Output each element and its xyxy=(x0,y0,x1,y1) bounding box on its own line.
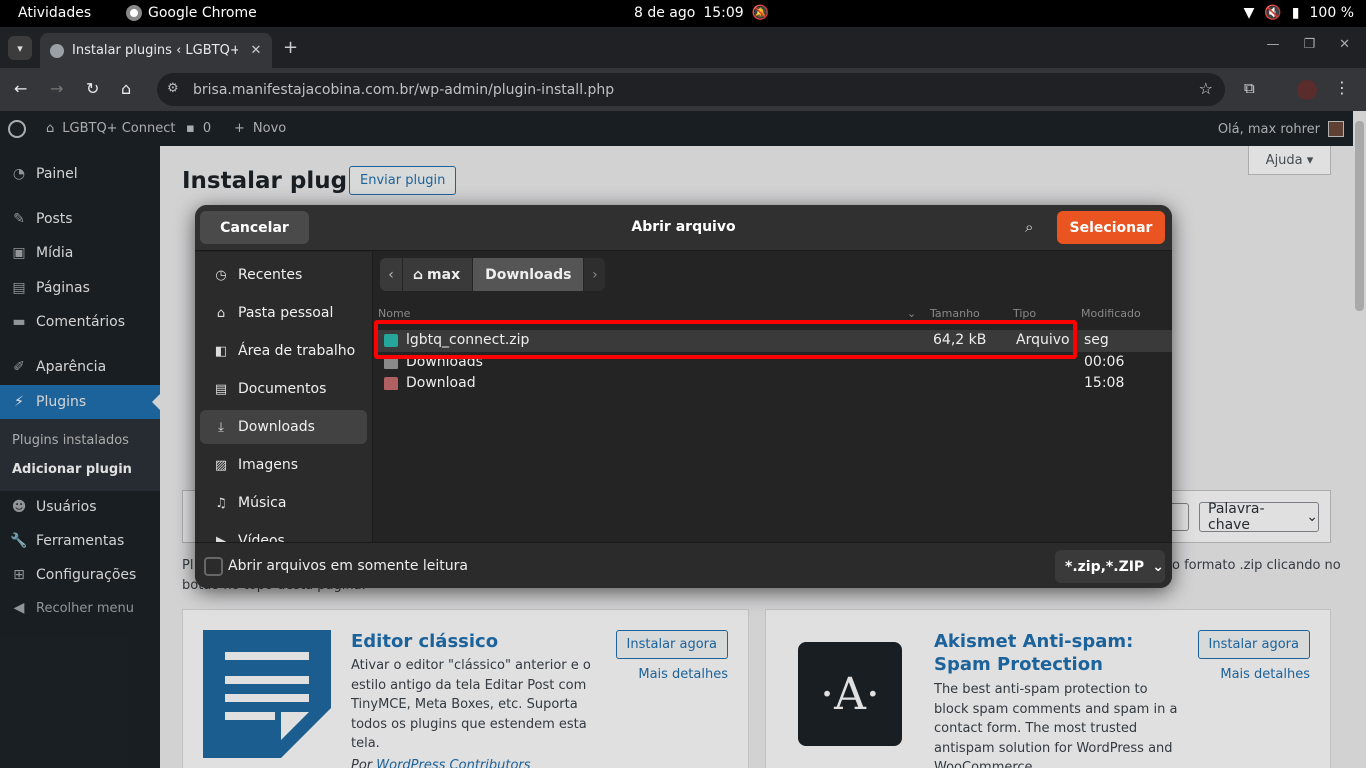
chrome-icon xyxy=(126,5,142,21)
place-area-de-trabalho[interactable]: ◧ Área de trabalho xyxy=(200,334,367,368)
file-modified: 00:06 xyxy=(1084,354,1125,370)
column-name[interactable]: Nome xyxy=(378,307,410,320)
place-pasta-pessoal[interactable]: ⌂ Pasta pessoal xyxy=(200,296,367,330)
place-downloads[interactable]: ⤓ Downloads xyxy=(200,410,367,444)
sort-chevron-icon: ⌄ xyxy=(907,307,917,320)
reload-icon[interactable]: ↻ xyxy=(86,79,99,98)
place-label: Imagens xyxy=(238,457,299,473)
close-tab-icon[interactable]: ✕ xyxy=(246,43,266,58)
time-label: 15:09 xyxy=(703,5,744,21)
path-bar: ‹ ⌂ max Downloads › xyxy=(380,258,606,291)
filter-value: *.zip,*.ZIP xyxy=(1065,558,1145,575)
document-icon: ▤ xyxy=(214,381,228,397)
select-button[interactable]: Selecionar xyxy=(1057,211,1165,244)
browser-toolbar: ← → ↻ ⌂ ⚙ brisa.manifestajacobina.com.br… xyxy=(0,68,1366,111)
battery-label: 100 % xyxy=(1309,5,1354,21)
activities-button[interactable]: Atividades xyxy=(18,5,91,21)
chevron-down-icon: ⌄ xyxy=(1152,558,1164,575)
place-label: Vídeos xyxy=(238,533,285,542)
place-documentos[interactable]: ▤ Documentos xyxy=(200,372,367,406)
url-text: brisa.manifestajacobina.com.br/wp-admin/… xyxy=(193,81,615,98)
battery-icon: ▮ xyxy=(1291,5,1300,21)
app-menu[interactable]: Google Chrome xyxy=(126,5,257,21)
image-icon: ▨ xyxy=(214,457,228,473)
dialog-footer: Abrir arquivos em somente leitura *.zip,… xyxy=(195,542,1172,588)
search-icon[interactable]: ⌕ xyxy=(1025,218,1033,236)
new-tab-button[interactable]: + xyxy=(283,37,298,58)
readonly-label[interactable]: Abrir arquivos em somente leitura xyxy=(228,558,468,574)
extensions-icon[interactable]: ⧉ xyxy=(1244,79,1255,97)
home-icon: ⌂ xyxy=(413,266,424,283)
maximize-icon[interactable]: ❐ xyxy=(1303,37,1315,52)
app-name: Google Chrome xyxy=(148,5,257,21)
path-back-icon[interactable]: ‹ xyxy=(380,258,402,291)
close-window-icon[interactable]: ✕ xyxy=(1339,37,1350,52)
places-sidebar: ◷ Recentes ⌂ Pasta pessoal ◧ Área de trabal… xyxy=(195,252,373,542)
favicon-icon xyxy=(50,43,64,58)
path-forward-icon[interactable]: › xyxy=(583,258,606,291)
column-type[interactable]: Tipo xyxy=(1013,307,1036,320)
bookmark-star-icon[interactable]: ☆ xyxy=(1199,79,1213,98)
download-icon: ⤓ xyxy=(218,419,224,435)
date-label: 8 de ago xyxy=(634,5,696,21)
path-segment-downloads[interactable]: Downloads xyxy=(472,258,584,291)
place-label: Downloads xyxy=(238,419,315,435)
chrome-menu-icon[interactable]: ⋮ xyxy=(1334,78,1350,97)
readonly-checkbox[interactable] xyxy=(204,557,223,576)
system-tray[interactable]: ▼ 🔇 ▮ 100 % xyxy=(1244,5,1354,21)
folder-icon xyxy=(384,377,398,390)
place-label: Pasta pessoal xyxy=(238,305,334,321)
forward-icon[interactable]: → xyxy=(50,79,63,98)
window-controls: — ❐ ✕ xyxy=(1266,37,1350,52)
desktop-icon: ◧ xyxy=(214,343,228,359)
file-row[interactable]: Download 15:08 xyxy=(374,373,1172,395)
place-label: Música xyxy=(238,495,287,511)
place-label: Área de trabalho xyxy=(238,343,356,359)
wifi-icon: ▼ xyxy=(1243,5,1255,21)
annotation-highlight-box xyxy=(374,320,1077,359)
file-modified: 15:08 xyxy=(1084,375,1125,391)
column-modified[interactable]: Modificado xyxy=(1081,307,1141,320)
minimize-icon[interactable]: — xyxy=(1266,37,1279,52)
profile-avatar[interactable] xyxy=(1297,80,1317,100)
path-label: max xyxy=(427,266,461,283)
system-top-bar: Atividades Google Chrome 8 de ago 15:09 … xyxy=(0,0,1366,27)
dialog-header: Cancelar Abrir arquivo ⌕ Selecionar xyxy=(195,205,1172,251)
notifications-off-icon: 🔕 xyxy=(751,5,770,21)
tab-title: Instalar plugins ‹ LGBTQ+ xyxy=(72,43,238,58)
place-imagens[interactable]: ▨ Imagens xyxy=(200,448,367,482)
music-icon: ♫ xyxy=(215,495,227,511)
file-name: Download xyxy=(406,375,476,391)
tab-search-button[interactable]: ▾ xyxy=(8,36,32,60)
clock-icon: ◷ xyxy=(215,267,227,283)
file-modified: seg xyxy=(1084,332,1109,348)
place-label: Recentes xyxy=(238,267,303,283)
place-recentes[interactable]: ◷ Recentes xyxy=(200,258,367,292)
place-musica[interactable]: ♫ Música xyxy=(200,486,367,520)
home-icon: ⌂ xyxy=(216,305,226,321)
volume-muted-icon: 🔇 xyxy=(1264,5,1282,21)
clock[interactable]: 8 de ago 15:09 🔕 xyxy=(634,5,769,21)
column-size[interactable]: Tamanho xyxy=(930,307,980,320)
video-icon: ▶ xyxy=(216,533,226,543)
file-type-filter[interactable]: *.zip,*.ZIP ⌄ xyxy=(1055,550,1165,583)
path-segment-home[interactable]: ⌂ max xyxy=(402,258,473,291)
tab-strip: ▾ Instalar plugins ‹ LGBTQ+ ✕ + — ❐ ✕ xyxy=(0,27,1366,68)
place-videos[interactable]: ▶ Vídeos xyxy=(200,524,367,542)
home-icon[interactable]: ⌂ xyxy=(121,79,131,98)
site-info-icon[interactable]: ⚙ xyxy=(167,81,179,96)
back-icon[interactable]: ← xyxy=(14,79,27,98)
address-bar[interactable]: ⚙ brisa.manifestajacobina.com.br/wp-admi… xyxy=(157,73,1225,106)
place-label: Documentos xyxy=(238,381,327,397)
file-chooser-dialog: Cancelar Abrir arquivo ⌕ Selecionar ◷ Rec… xyxy=(195,205,1172,588)
browser-tab[interactable]: Instalar plugins ‹ LGBTQ+ ✕ xyxy=(40,33,272,68)
